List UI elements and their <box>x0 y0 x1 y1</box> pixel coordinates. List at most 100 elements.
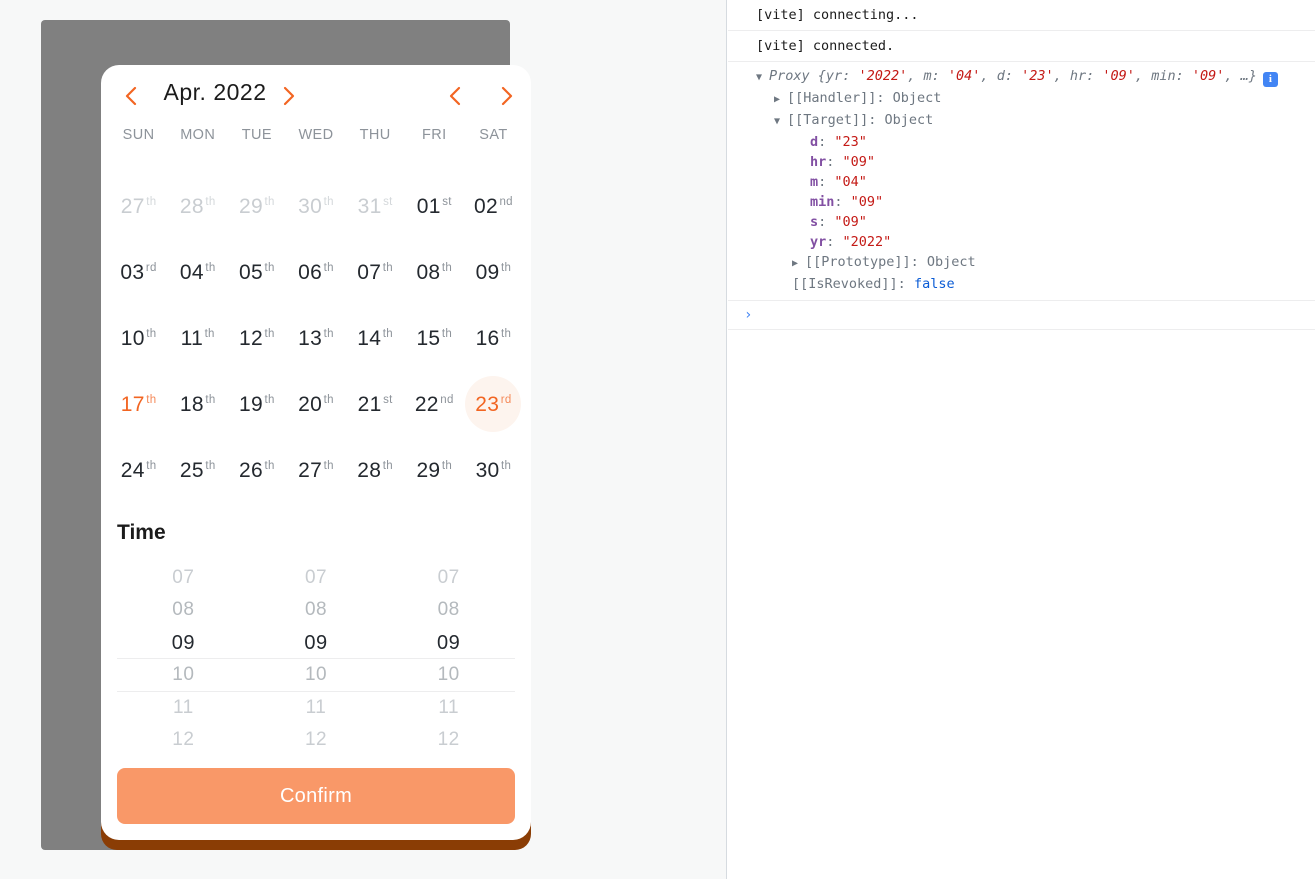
time-option[interactable]: 09 <box>250 627 383 660</box>
day-ordinal-suffix: th <box>382 261 393 274</box>
proxy-preview-separator: : <box>1086 68 1103 84</box>
isrevoked-label: [[IsRevoked]]: <box>792 276 906 292</box>
time-option[interactable]: 07 <box>117 562 250 595</box>
calendar-day-cell[interactable]: 18th <box>168 371 227 437</box>
calendar-day-cell[interactable]: 29th <box>227 173 286 239</box>
time-column-hours[interactable]: 06070809101112 <box>117 551 250 756</box>
console-proxy-object-row[interactable]: ▼ Proxy {yr: '2022', m: '04', d: '23', hr… <box>728 62 1315 301</box>
proxy-target-line[interactable]: ▼ [[Target]]: Object <box>728 110 1315 132</box>
calendar-day-cell[interactable]: 17th <box>109 371 168 437</box>
calendar-day-cell[interactable]: 28th <box>346 437 405 503</box>
triangle-down-icon-proxy[interactable]: ▼ <box>756 68 767 88</box>
proxy-summary-line[interactable]: ▼ Proxy {yr: '2022', m: '04', d: '23', hr… <box>728 66 1315 88</box>
calendar-day-cell[interactable]: 03rd <box>109 239 168 305</box>
calendar-day-cell[interactable]: 31st <box>346 173 405 239</box>
chevron-right-icon-next-month[interactable] <box>275 83 301 109</box>
time-option[interactable]: 11 <box>382 692 515 725</box>
time-picker[interactable]: 0607080910111206070809101112060708091011… <box>117 551 515 756</box>
calendar-day-cell[interactable]: 01st <box>405 173 464 239</box>
calendar-day-cell[interactable]: 22nd <box>405 371 464 437</box>
weekday-label-sun: SUN <box>122 127 155 143</box>
day-number-text: 22 <box>414 392 439 416</box>
calendar-day-cell[interactable]: 25th <box>168 437 227 503</box>
calendar-day-cell[interactable]: 08th <box>405 239 464 305</box>
proxy-handler-line[interactable]: ▶ [[Handler]]: Object <box>728 88 1315 110</box>
calendar-day-cell[interactable]: 15th <box>405 305 464 371</box>
triangle-right-icon-handler[interactable]: ▶ <box>774 90 785 110</box>
time-option[interactable]: 08 <box>382 594 515 627</box>
calendar-day-cell[interactable]: 26th <box>227 437 286 503</box>
calendar-day-cell[interactable]: 27th <box>109 173 168 239</box>
calendar-day-cell[interactable]: 02nd <box>464 173 523 239</box>
calendar-day-cell[interactable]: 23rd <box>464 371 523 437</box>
time-option[interactable]: 10 <box>117 659 250 692</box>
triangle-down-icon-target[interactable]: ▼ <box>774 112 785 132</box>
calendar-day-cell[interactable]: 12th <box>227 305 286 371</box>
time-option[interactable]: 07 <box>250 562 383 595</box>
day-number: 21st <box>358 394 393 415</box>
calendar-day-cell[interactable]: 28th <box>168 173 227 239</box>
calendar-day-cell[interactable]: 09th <box>464 239 523 305</box>
day-number-text: 07 <box>357 260 382 284</box>
calendar-day-cell[interactable]: 04th <box>168 239 227 305</box>
day-number-text: 11 <box>180 326 204 350</box>
calendar-day-cell[interactable]: 11th <box>168 305 227 371</box>
calendar-day-cell[interactable]: 21st <box>346 371 405 437</box>
chevron-left-icon-prev-year[interactable] <box>443 83 469 109</box>
day-ordinal-suffix: st <box>383 393 393 406</box>
time-option[interactable]: 09 <box>382 627 515 660</box>
calendar-day-cell[interactable]: 13th <box>286 305 345 371</box>
time-option[interactable]: 11 <box>250 692 383 725</box>
calendar-day-cell[interactable]: 29th <box>405 437 464 503</box>
time-option[interactable]: 09 <box>117 627 250 660</box>
weekday-header-row: SUN MON TUE WED THU FRI SAT <box>101 127 531 159</box>
time-option[interactable]: 06 <box>250 551 383 562</box>
day-ordinal-suffix: th <box>323 459 334 472</box>
time-option[interactable]: 12 <box>382 724 515 756</box>
proxy-preview-separator: : <box>1175 68 1192 84</box>
time-option[interactable]: 07 <box>382 562 515 595</box>
isrevoked-value: false <box>913 276 955 292</box>
proxy-isrevoked-line: [[IsRevoked]]: false <box>728 274 1315 294</box>
calendar-day-cell[interactable]: 24th <box>109 437 168 503</box>
time-column-seconds[interactable]: 06070809101112 <box>382 551 515 756</box>
calendar-day-cell[interactable]: 30th <box>464 437 523 503</box>
triangle-right-icon-prototype[interactable]: ▶ <box>792 254 803 274</box>
calendar-day-cell[interactable]: 20th <box>286 371 345 437</box>
calendar-day-cell[interactable]: 05th <box>227 239 286 305</box>
time-option[interactable]: 12 <box>117 724 250 756</box>
confirm-button[interactable]: Confirm <box>117 768 515 824</box>
calendar-day-cell[interactable]: 10th <box>109 305 168 371</box>
info-icon[interactable]: i <box>1262 72 1278 87</box>
day-number-text: 31 <box>357 194 382 218</box>
calendar-day-cell[interactable]: 19th <box>227 371 286 437</box>
proxy-preview-key: hr <box>1069 68 1087 84</box>
calendar-day-cell[interactable]: 14th <box>346 305 405 371</box>
day-ordinal-suffix: th <box>382 327 393 340</box>
day-number-text: 18 <box>179 392 204 416</box>
console-input-prompt[interactable]: › <box>728 301 1315 330</box>
time-option[interactable]: 08 <box>117 594 250 627</box>
time-option[interactable]: 10 <box>250 659 383 692</box>
time-option[interactable]: 10 <box>382 659 515 692</box>
time-option[interactable]: 06 <box>382 551 515 562</box>
chevron-left-icon-prev-month[interactable] <box>119 83 145 109</box>
calendar-day-cell[interactable]: 16th <box>464 305 523 371</box>
proxy-prototype-line[interactable]: ▶ [[Prototype]]: Object <box>728 252 1315 274</box>
console-log-row[interactable]: [vite] connecting... <box>728 0 1315 31</box>
console-log-row[interactable]: [vite] connected. <box>728 31 1315 62</box>
calendar-day-cell[interactable]: 27th <box>286 437 345 503</box>
calendar-day-cell[interactable]: 07th <box>346 239 405 305</box>
day-ordinal-suffix: th <box>146 327 157 340</box>
day-number-text: 24 <box>120 458 145 482</box>
chevron-right-icon-next-year[interactable] <box>493 83 519 109</box>
time-option[interactable]: 12 <box>250 724 383 756</box>
time-option[interactable]: 06 <box>117 551 250 562</box>
proxy-preview-value: '04' <box>947 68 981 84</box>
calendar-day-cell[interactable]: 06th <box>286 239 345 305</box>
time-option[interactable]: 11 <box>117 692 250 725</box>
time-option[interactable]: 08 <box>250 594 383 627</box>
target-property-value: "09" <box>850 194 884 210</box>
time-column-minutes[interactable]: 06070809101112 <box>250 551 383 756</box>
calendar-day-cell[interactable]: 30th <box>286 173 345 239</box>
